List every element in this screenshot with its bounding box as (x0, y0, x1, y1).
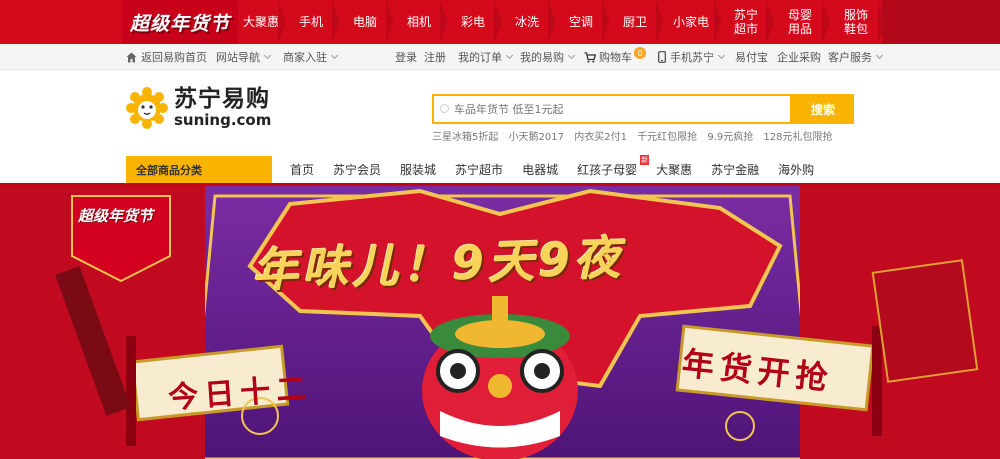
search-button[interactable]: 搜索 (792, 94, 854, 124)
new-badge: 新 (640, 155, 650, 165)
nav-item-deals[interactable]: 大聚惠 (656, 161, 692, 178)
hot-word-link[interactable]: 小天鹅2017 (509, 132, 564, 143)
cart-link[interactable]: 购物车 0 (584, 44, 646, 70)
category-link[interactable]: 苏宁 超市 (720, 0, 774, 44)
category-link[interactable]: 大聚惠 (238, 0, 286, 44)
chevron-down-icon (505, 51, 514, 60)
phone-icon (658, 51, 666, 63)
festival-logo-text: 超级年货节 (129, 12, 230, 35)
category-link[interactable]: 小家电 (662, 0, 722, 44)
chevron-down-icon (263, 51, 272, 60)
logo-chinese: 苏宁易购 (174, 86, 270, 112)
logo-domain: suning.com (174, 111, 272, 129)
category-link[interactable]: 冰洗 (500, 0, 556, 44)
category-links: 大聚惠 手机 电脑 相机 彩电 冰洗 空调 厨卫 小家电 苏宁 超市 母婴 用品… (238, 0, 886, 44)
nav-item-supermarket[interactable]: 苏宁超市 (455, 161, 503, 178)
orders-menu[interactable]: 我的订单 (458, 44, 514, 70)
cart-label: 购物车 (599, 51, 632, 64)
my-yigou-label: 我的易购 (520, 51, 564, 64)
search-box (432, 94, 792, 124)
mobile-menu[interactable]: 手机苏宁 (658, 44, 726, 70)
site-logo[interactable]: 苏宁易购 suning.com (126, 85, 271, 131)
category-link[interactable]: 相机 (392, 0, 448, 44)
category-link[interactable]: 彩电 (446, 0, 502, 44)
service-menu[interactable]: 客户服务 (828, 44, 884, 70)
hot-word-link[interactable]: 内衣买2付1 (574, 132, 627, 143)
merchant-menu[interactable]: 商家入驻 (283, 44, 339, 70)
chevron-down-icon (330, 51, 339, 60)
mobile-label: 手机苏宁 (670, 51, 714, 64)
topbar-right-panel (882, 0, 1000, 44)
chevron-down-icon (875, 51, 884, 60)
my-yigou-menu[interactable]: 我的易购 (520, 44, 576, 70)
category-link[interactable]: 手机 (284, 0, 340, 44)
top-category-bar: 超级年货节 大聚惠 手机 电脑 相机 彩电 冰洗 空调 厨卫 小家电 苏宁 超市… (0, 0, 1000, 44)
site-nav-label: 网站导航 (216, 51, 260, 64)
category-link[interactable]: 厨卫 (608, 0, 664, 44)
merchant-label: 商家入驻 (283, 51, 327, 64)
nav-item-finance[interactable]: 苏宁金融 (711, 161, 759, 178)
enterprise-link[interactable]: 企业采购 (777, 44, 821, 70)
cart-icon (584, 51, 596, 63)
category-link[interactable]: 服饰 鞋包 (828, 0, 886, 44)
all-categories-button[interactable]: 全部商品分类 (126, 156, 272, 183)
lion-mascot-icon (126, 87, 168, 129)
register-link[interactable]: 注册 (424, 44, 446, 70)
chevron-down-icon (567, 51, 576, 60)
hot-search-words: 三星冰箱5折起 小天鹅2017 内衣买2付1 千元红包限抢 9.9元疯抢 128… (432, 128, 840, 143)
hot-word-link[interactable]: 128元礼包限抢 (763, 132, 832, 143)
search-icon (440, 104, 449, 113)
logo-text: 苏宁易购 suning.com (174, 87, 271, 129)
nav-item-baby[interactable]: 红孩子母婴 新 (577, 155, 650, 178)
hot-word-link[interactable]: 千元红包限抢 (637, 132, 697, 143)
search-input[interactable] (434, 96, 790, 122)
nav-item-clothing[interactable]: 服装城 (400, 161, 436, 178)
login-link[interactable]: 登录 (395, 44, 417, 70)
nav-item-home[interactable]: 首页 (290, 161, 314, 178)
category-link[interactable]: 电脑 (338, 0, 394, 44)
festival-logo[interactable]: 超级年货节 (122, 0, 238, 44)
banner-title: 年味儿！9天9夜 (251, 230, 625, 298)
nav-item-member[interactable]: 苏宁会员 (333, 161, 381, 178)
main-nav: 首页 苏宁会员 服装城 苏宁超市 电器城 红孩子母婴 新 大聚惠 苏宁金融 海外… (290, 155, 833, 183)
nav-item-appliances[interactable]: 电器城 (522, 161, 558, 178)
utility-bar: 返回易购首页 网站导航 商家入驻 登录 注册 我的订单 我的易购 购物车 0 手… (0, 44, 1000, 70)
category-link[interactable]: 母婴 用品 (772, 0, 830, 44)
hot-word-link[interactable]: 9.9元疯抢 (707, 132, 753, 143)
banner-festival-badge: 超级年货节 (78, 207, 154, 225)
service-label: 客户服务 (828, 51, 872, 64)
yifubao-link[interactable]: 易付宝 (735, 44, 768, 70)
orders-label: 我的订单 (458, 51, 502, 64)
nav-item-overseas[interactable]: 海外购 (778, 161, 814, 178)
promo-banner[interactable]: 超级年货节 年味儿！9天9夜 今日十二 年货开抢 (0, 186, 1000, 459)
hot-word-link[interactable]: 三星冰箱5折起 (432, 132, 498, 143)
category-link[interactable]: 空调 (554, 0, 610, 44)
home-icon (126, 52, 137, 62)
chevron-down-icon (717, 51, 726, 60)
home-link-label: 返回易购首页 (141, 51, 207, 64)
home-link[interactable]: 返回易购首页 (126, 44, 207, 70)
cart-count-badge: 0 (634, 47, 646, 59)
site-nav-menu[interactable]: 网站导航 (216, 44, 272, 70)
nav-item-baby-label: 红孩子母婴 (577, 163, 638, 177)
